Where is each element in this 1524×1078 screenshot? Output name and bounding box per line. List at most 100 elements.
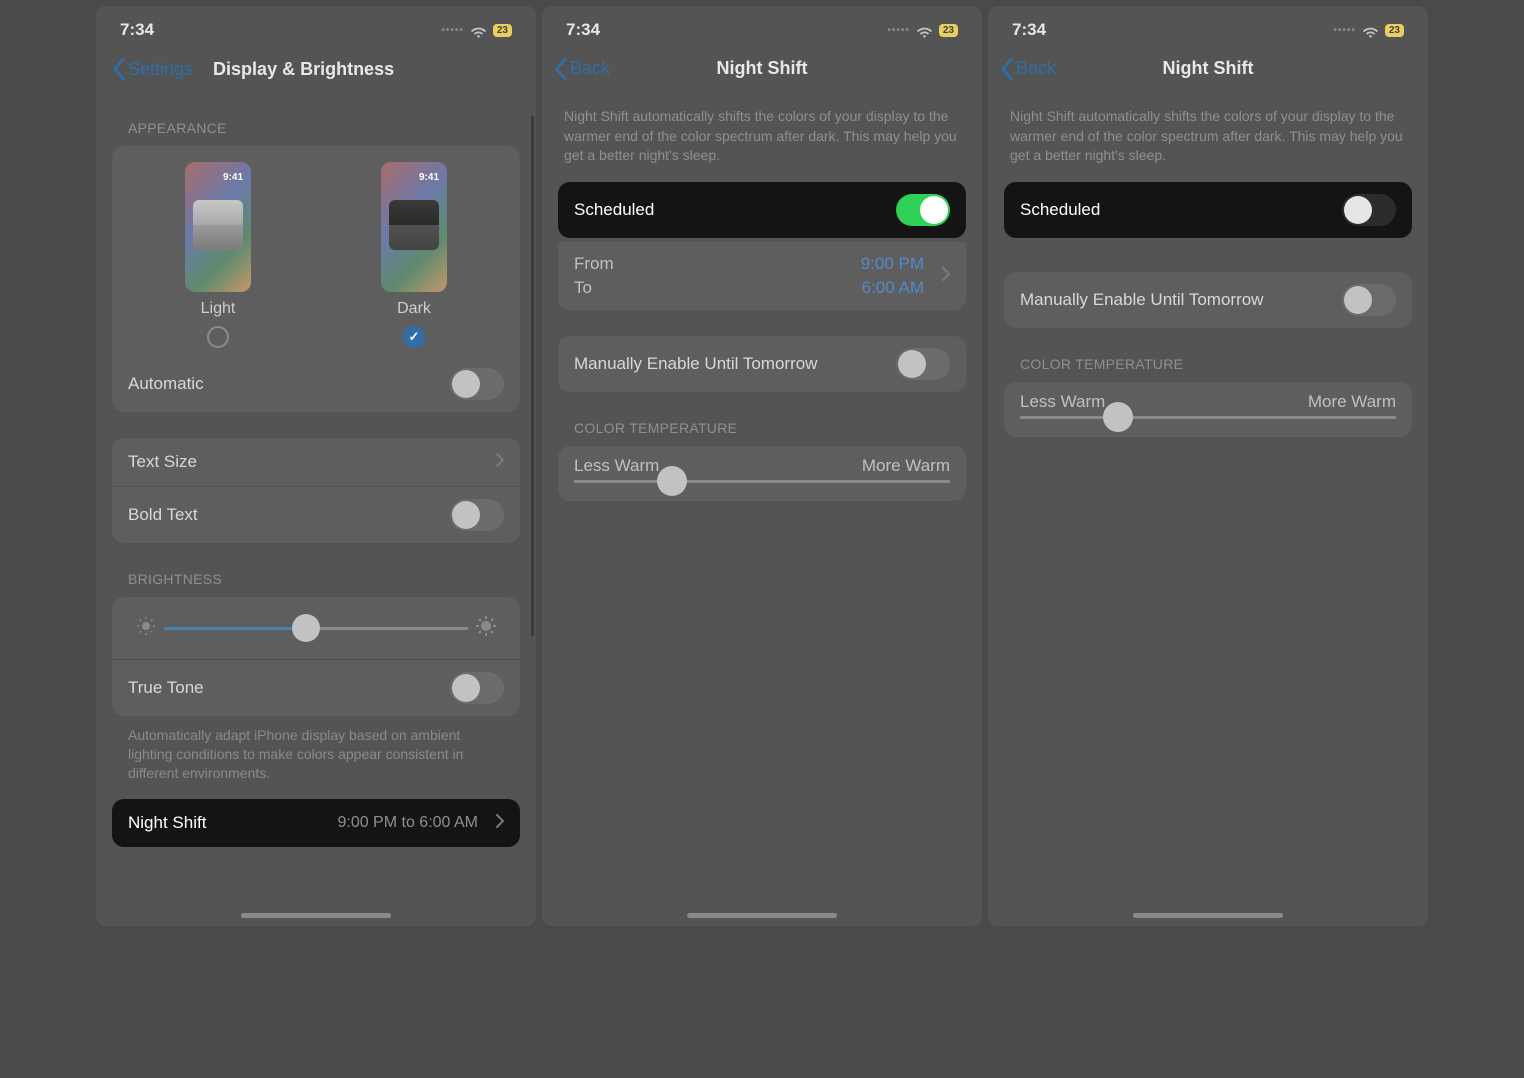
status-time: 7:34 — [566, 20, 600, 40]
manual-enable-row: Manually Enable Until Tomorrow — [1004, 272, 1412, 328]
dark-radio[interactable] — [403, 326, 425, 348]
home-indicator[interactable] — [241, 913, 391, 918]
night-shift-value: 9:00 PM to 6:00 AM — [337, 814, 478, 832]
scheduled-group: Scheduled — [558, 182, 966, 238]
text-group: Text Size Bold Text — [112, 438, 520, 543]
home-indicator[interactable] — [687, 913, 837, 918]
appearance-light-option[interactable]: 9:41 Light — [185, 162, 251, 348]
battery-icon: 23 — [493, 24, 512, 37]
scrollbar[interactable] — [531, 116, 534, 636]
scheduled-label: Scheduled — [1020, 200, 1100, 220]
color-temp-group: Less Warm More Warm — [1004, 382, 1412, 437]
scheduled-group: Scheduled — [1004, 182, 1412, 238]
more-warm-label: More Warm — [1308, 392, 1396, 412]
scheduled-toggle[interactable] — [1342, 194, 1396, 226]
true-tone-row: True Tone — [112, 659, 520, 716]
color-temp-section-label: COLOR TEMPERATURE — [988, 332, 1428, 378]
manual-enable-row: Manually Enable Until Tomorrow — [558, 336, 966, 392]
night-shift-row[interactable]: Night Shift 9:00 PM to 6:00 AM — [112, 799, 520, 847]
appearance-dark-option[interactable]: 9:41 Dark — [381, 162, 447, 348]
nav-bar: Back Night Shift — [542, 50, 982, 95]
wifi-icon — [1362, 24, 1379, 37]
scheduled-row: Scheduled — [1004, 182, 1412, 238]
automatic-label: Automatic — [128, 374, 204, 394]
nav-bar: Settings Display & Brightness — [96, 50, 536, 96]
automatic-row: Automatic — [112, 356, 520, 412]
more-warm-label: More Warm — [862, 456, 950, 476]
battery-icon: 23 — [1385, 24, 1404, 37]
night-shift-description: Night Shift automatically shifts the col… — [542, 95, 982, 178]
bold-text-row: Bold Text — [112, 486, 520, 543]
wifi-icon — [916, 24, 933, 37]
from-value: 9:00 PM — [861, 254, 924, 274]
home-indicator[interactable] — [1133, 913, 1283, 918]
manual-enable-toggle[interactable] — [896, 348, 950, 380]
to-label: To — [574, 278, 614, 298]
manual-enable-label: Manually Enable Until Tomorrow — [574, 354, 817, 374]
light-radio[interactable] — [207, 326, 229, 348]
back-label: Settings — [128, 59, 193, 80]
status-time: 7:34 — [120, 20, 154, 40]
page-title: Night Shift — [717, 58, 808, 79]
appearance-group: 9:41 Light 9:41 Dark Automatic — [112, 146, 520, 412]
chevron-right-icon — [496, 813, 504, 833]
night-shift-group: Night Shift 9:00 PM to 6:00 AM — [112, 799, 520, 847]
color-temp-group: Less Warm More Warm — [558, 446, 966, 501]
scheduled-row: Scheduled — [558, 182, 966, 238]
less-warm-label: Less Warm — [574, 456, 659, 476]
page-title: Night Shift — [1163, 58, 1254, 79]
manual-group: Manually Enable Until Tomorrow — [1004, 272, 1412, 328]
color-temp-section-label: COLOR TEMPERATURE — [542, 396, 982, 442]
phone-night-shift-off: 7:34 ••••• 23 Back Night Shift Night Shi… — [988, 6, 1428, 926]
back-button[interactable]: Back — [1000, 58, 1056, 80]
battery-icon: 23 — [939, 24, 958, 37]
true-tone-toggle[interactable] — [450, 672, 504, 704]
brightness-slider-row — [112, 597, 520, 659]
manual-enable-label: Manually Enable Until Tomorrow — [1020, 290, 1263, 310]
phone-display-brightness: 7:34 ••••• 23 Settings Display & Brightn… — [96, 6, 536, 926]
light-thumbnail: 9:41 — [185, 162, 251, 292]
bold-text-label: Bold Text — [128, 505, 198, 525]
brightness-section-label: BRIGHTNESS — [96, 547, 536, 593]
status-bar: 7:34 ••••• 23 — [988, 6, 1428, 50]
phone-night-shift-on: 7:34 ••••• 23 Back Night Shift Night Shi… — [542, 6, 982, 926]
brightness-slider[interactable] — [128, 613, 504, 643]
scheduled-label: Scheduled — [574, 200, 654, 220]
less-warm-label: Less Warm — [1020, 392, 1105, 412]
manual-group: Manually Enable Until Tomorrow — [558, 336, 966, 392]
brightness-group: True Tone — [112, 597, 520, 716]
text-size-label: Text Size — [128, 452, 197, 472]
automatic-toggle[interactable] — [450, 368, 504, 400]
bold-text-toggle[interactable] — [450, 499, 504, 531]
back-label: Back — [570, 58, 610, 79]
light-label: Light — [201, 300, 236, 318]
dark-thumbnail: 9:41 — [381, 162, 447, 292]
color-temp-slider[interactable] — [1004, 412, 1412, 437]
status-bar: 7:34 ••••• 23 — [96, 6, 536, 50]
back-button[interactable]: Back — [554, 58, 610, 80]
chevron-right-icon — [942, 266, 950, 286]
color-temp-slider[interactable] — [558, 476, 966, 501]
text-size-row[interactable]: Text Size — [112, 438, 520, 486]
manual-enable-toggle[interactable] — [1342, 284, 1396, 316]
appearance-section-label: APPEARANCE — [96, 96, 536, 142]
wifi-icon — [470, 24, 487, 37]
status-bar: 7:34 ••••• 23 — [542, 6, 982, 50]
chevron-right-icon — [496, 452, 504, 472]
to-value: 6:00 AM — [861, 278, 924, 298]
cellular-dots-icon: ••••• — [1333, 25, 1356, 36]
sun-bright-icon — [476, 616, 496, 641]
true-tone-description: Automatically adapt iPhone display based… — [96, 720, 536, 795]
back-label: Back — [1016, 58, 1056, 79]
sun-dim-icon — [136, 616, 156, 641]
night-shift-description: Night Shift automatically shifts the col… — [988, 95, 1428, 178]
schedule-time-group: From To 9:00 PM 6:00 AM — [558, 242, 966, 310]
true-tone-label: True Tone — [128, 678, 204, 698]
back-button[interactable]: Settings — [112, 58, 193, 80]
cellular-dots-icon: ••••• — [887, 25, 910, 36]
scheduled-toggle[interactable] — [896, 194, 950, 226]
status-time: 7:34 — [1012, 20, 1046, 40]
night-shift-label: Night Shift — [128, 813, 206, 833]
schedule-row[interactable]: From To 9:00 PM 6:00 AM — [558, 242, 966, 310]
dark-label: Dark — [397, 300, 431, 318]
